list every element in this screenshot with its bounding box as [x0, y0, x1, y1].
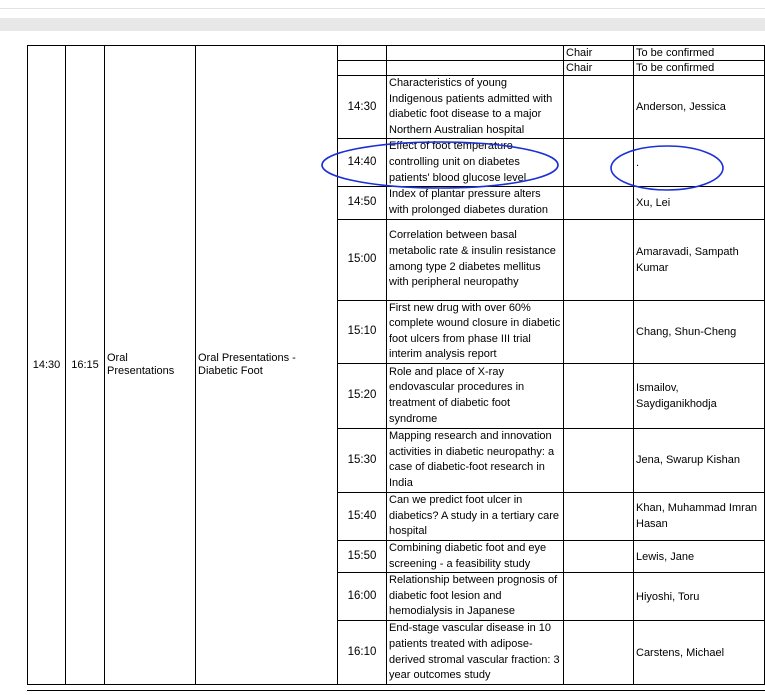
role-cell: [563, 572, 634, 622]
talk-presenter: Lewis, Jane: [633, 539, 765, 574]
role-cell: [563, 299, 634, 364]
talk-time: 15:50: [337, 539, 387, 574]
talk-time: 15:20: [337, 362, 387, 429]
chair-role: Chair: [563, 60, 634, 76]
chair-role: Chair: [563, 45, 634, 61]
talk-title: First new drug with over 60% complete wo…: [386, 299, 564, 364]
program-table: 14:30 16:15 Oral Presentations Oral Pres…: [27, 44, 765, 686]
talk-title: Can we predict foot ulcer in diabetics? …: [386, 491, 564, 541]
role-cell: [563, 74, 634, 140]
talk-time: 14:50: [337, 186, 387, 220]
talk-presenter: Ismailov, Saydiganikhodja: [633, 362, 765, 429]
talk-presenter: Hiyoshi, Toru: [633, 572, 765, 622]
time-cell: [337, 45, 387, 61]
talk-presenter: .: [633, 138, 765, 188]
role-cell: [563, 491, 634, 541]
talk-time: 15:10: [337, 299, 387, 364]
talk-title: Characteristics of young Indigenous pati…: [386, 74, 564, 140]
chair-row: 14:30 16:15 Oral Presentations Oral Pres…: [27, 44, 765, 686]
talk-title: Role and place of X-ray endovascular pro…: [386, 362, 564, 429]
talk-title: End-stage vascular disease in 10 patient…: [386, 620, 564, 686]
session-start: 14:30: [27, 44, 66, 686]
talk-presenter: Chang, Shun-Cheng: [633, 299, 765, 364]
talk-title: Relationship between prognosis of diabet…: [386, 572, 564, 622]
role-cell: [563, 138, 634, 188]
session-type: Oral Presentations: [104, 44, 196, 686]
role-cell: [563, 427, 634, 493]
talk-title: Effect of foot temperature controlling u…: [386, 138, 564, 188]
chair-name: To be confirmed: [633, 45, 765, 61]
talk-title: Combining diabetic foot and eye screenin…: [386, 539, 564, 574]
talk-presenter: Jena, Swarup Kishan: [633, 427, 765, 493]
title-cell: [386, 60, 564, 76]
role-cell: [563, 620, 634, 686]
talk-title: Mapping research and innovation activiti…: [386, 427, 564, 493]
talk-title: Correlation between basal metabolic rate…: [386, 218, 564, 301]
talk-time: 16:00: [337, 572, 387, 622]
talk-presenter: Amaravadi, Sampath Kumar: [633, 218, 765, 301]
header-strip: [0, 18, 765, 31]
title-cell: [386, 45, 564, 61]
talk-title: Index of plantar pressure alters with pr…: [386, 186, 564, 220]
talk-time: 14:30: [337, 74, 387, 140]
talk-presenter: Anderson, Jessica: [633, 74, 765, 140]
role-cell: [563, 186, 634, 220]
talk-time: 15:00: [337, 218, 387, 301]
session-title: Oral Presentations - Diabetic Foot: [195, 44, 338, 686]
talk-presenter: Khan, Muhammad Imran Hasan: [633, 491, 765, 541]
role-cell: [563, 362, 634, 429]
talk-time: 15:40: [337, 491, 387, 541]
page-bottom-rule: [27, 690, 765, 691]
role-cell: [563, 539, 634, 574]
talk-time: 15:30: [337, 427, 387, 493]
role-cell: [563, 218, 634, 301]
talk-time: 14:40: [337, 138, 387, 188]
session-end: 16:15: [65, 44, 105, 686]
page-top-edge: [0, 0, 765, 9]
time-cell: [337, 60, 387, 76]
chair-name: To be confirmed: [633, 60, 765, 76]
talk-presenter: Carstens, Michael: [633, 620, 765, 686]
talk-time: 16:10: [337, 620, 387, 686]
talk-presenter: Xu, Lei: [633, 186, 765, 220]
